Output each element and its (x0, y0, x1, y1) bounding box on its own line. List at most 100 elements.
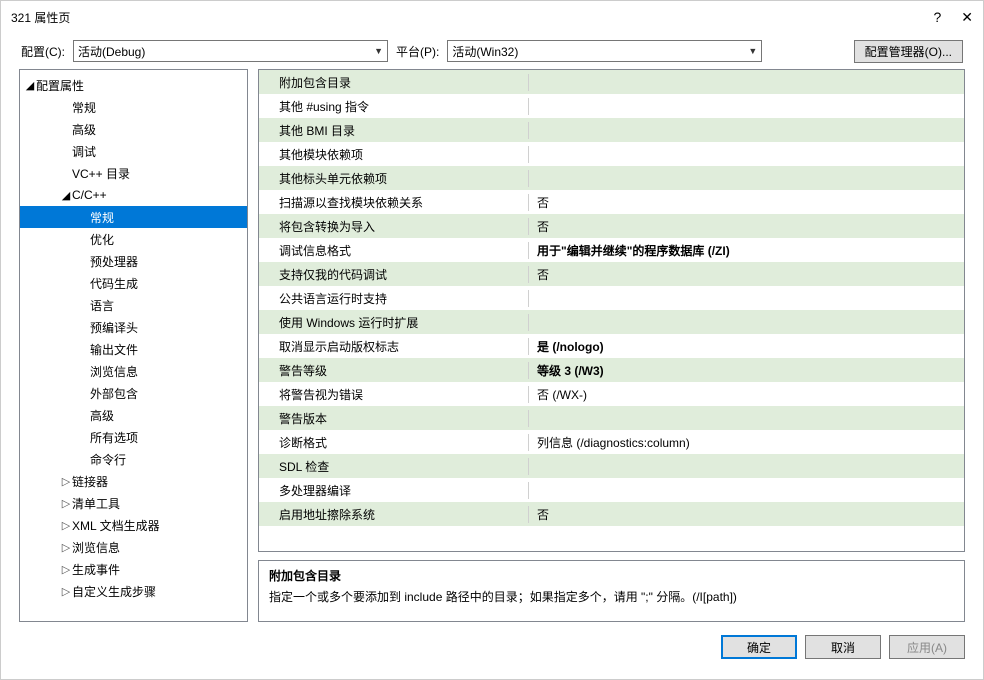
property-row[interactable]: 支持仅我的代码调试否 (259, 262, 964, 286)
window-title: 321 属性页 (11, 9, 933, 26)
tree-item[interactable]: 所有选项 (20, 426, 247, 448)
triangle-right-icon: ▷ (60, 563, 72, 576)
property-label: 附加包含目录 (259, 74, 529, 91)
chevron-down-icon: ▼ (374, 46, 383, 56)
tree-item[interactable]: 常规 (20, 206, 247, 228)
platform-combo[interactable]: 活动(Win32) ▼ (447, 40, 762, 62)
property-value[interactable]: 否 (529, 266, 964, 283)
description-panel: 附加包含目录 指定一个或多个要添加到 include 路径中的目录；如果指定多个… (258, 560, 965, 622)
config-manager-button[interactable]: 配置管理器(O)... (854, 40, 963, 63)
property-grid[interactable]: 附加包含目录其他 #using 指令其他 BMI 目录其他模块依赖项其他标头单元… (258, 69, 965, 552)
property-value[interactable]: 等级 3 (/W3) (529, 362, 964, 379)
tree-item[interactable]: ▷生成事件 (20, 558, 247, 580)
property-label: 其他模块依赖项 (259, 146, 529, 163)
tree-item[interactable]: 外部包含 (20, 382, 247, 404)
close-icon[interactable]: ✕ (961, 9, 973, 26)
tree-item[interactable]: ▷浏览信息 (20, 536, 247, 558)
description-title: 附加包含目录 (269, 567, 954, 584)
triangle-down-icon: ◢ (60, 189, 72, 202)
tree-item[interactable]: ▷XML 文档生成器 (20, 514, 247, 536)
property-label: 扫描源以查找模块依赖关系 (259, 194, 529, 211)
tree-item[interactable]: ▷清单工具 (20, 492, 247, 514)
triangle-right-icon: ▷ (60, 497, 72, 510)
tree-item[interactable]: 输出文件 (20, 338, 247, 360)
property-row[interactable]: 多处理器编译 (259, 478, 964, 502)
property-label: 使用 Windows 运行时扩展 (259, 314, 529, 331)
property-label: 其他 #using 指令 (259, 98, 529, 115)
tree-item[interactable]: 调试 (20, 140, 247, 162)
titlebar: 321 属性页 ? ✕ (1, 1, 983, 33)
tree-item[interactable]: 代码生成 (20, 272, 247, 294)
property-row[interactable]: 启用地址擦除系统否 (259, 502, 964, 526)
property-label: 警告等级 (259, 362, 529, 379)
tree-item[interactable]: 优化 (20, 228, 247, 250)
tree-item[interactable]: 预编译头 (20, 316, 247, 338)
property-label: 其他 BMI 目录 (259, 122, 529, 139)
property-row[interactable]: 公共语言运行时支持 (259, 286, 964, 310)
help-icon[interactable]: ? (933, 9, 941, 26)
property-label: SDL 检查 (259, 458, 529, 475)
ok-button[interactable]: 确定 (721, 635, 797, 659)
property-row[interactable]: 使用 Windows 运行时扩展 (259, 310, 964, 334)
property-pages-dialog: 321 属性页 ? ✕ 配置(C): 活动(Debug) ▼ 平台(P): 活动… (0, 0, 984, 680)
footer: 确定 取消 应用(A) (1, 622, 983, 672)
property-row[interactable]: 其他标头单元依赖项 (259, 166, 964, 190)
property-label: 诊断格式 (259, 434, 529, 451)
property-value[interactable]: 否 (529, 194, 964, 211)
property-label: 启用地址擦除系统 (259, 506, 529, 523)
property-row[interactable]: 其他模块依赖项 (259, 142, 964, 166)
property-label: 多处理器编译 (259, 482, 529, 499)
property-label: 其他标头单元依赖项 (259, 170, 529, 187)
tree-item[interactable]: ◢C/C++ (20, 184, 247, 206)
property-row[interactable]: 其他 BMI 目录 (259, 118, 964, 142)
property-value[interactable]: 是 (/nologo) (529, 338, 964, 355)
property-label: 调试信息格式 (259, 242, 529, 259)
tree-item[interactable]: 高级 (20, 404, 247, 426)
property-label: 将警告视为错误 (259, 386, 529, 403)
property-row[interactable]: 附加包含目录 (259, 70, 964, 94)
property-row[interactable]: 诊断格式列信息 (/diagnostics:column) (259, 430, 964, 454)
triangle-down-icon: ◢ (24, 79, 36, 92)
property-row[interactable]: 调试信息格式用于"编辑并继续"的程序数据库 (/ZI) (259, 238, 964, 262)
property-row[interactable]: SDL 检查 (259, 454, 964, 478)
property-row[interactable]: 警告版本 (259, 406, 964, 430)
property-row[interactable]: 取消显示启动版权标志是 (/nologo) (259, 334, 964, 358)
property-label: 取消显示启动版权标志 (259, 338, 529, 355)
property-row[interactable]: 将警告视为错误否 (/WX-) (259, 382, 964, 406)
tree-item[interactable]: ▷自定义生成步骤 (20, 580, 247, 602)
triangle-right-icon: ▷ (60, 585, 72, 598)
nav-tree[interactable]: ◢配置属性常规高级调试VC++ 目录◢C/C++常规优化预处理器代码生成语言预编… (19, 69, 248, 622)
property-value[interactable]: 列信息 (/diagnostics:column) (529, 434, 964, 451)
property-row[interactable]: 其他 #using 指令 (259, 94, 964, 118)
property-label: 将包含转换为导入 (259, 218, 529, 235)
tree-item[interactable]: 预处理器 (20, 250, 247, 272)
cancel-button[interactable]: 取消 (805, 635, 881, 659)
tree-item[interactable]: ▷链接器 (20, 470, 247, 492)
triangle-right-icon: ▷ (60, 475, 72, 488)
apply-button[interactable]: 应用(A) (889, 635, 965, 659)
tree-item[interactable]: 语言 (20, 294, 247, 316)
chevron-down-icon: ▼ (748, 46, 757, 56)
config-combo[interactable]: 活动(Debug) ▼ (73, 40, 388, 62)
property-row[interactable]: 将包含转换为导入否 (259, 214, 964, 238)
property-value[interactable]: 用于"编辑并继续"的程序数据库 (/ZI) (529, 242, 964, 259)
triangle-right-icon: ▷ (60, 541, 72, 554)
property-row[interactable]: 扫描源以查找模块依赖关系否 (259, 190, 964, 214)
property-label: 公共语言运行时支持 (259, 290, 529, 307)
property-label: 警告版本 (259, 410, 529, 427)
tree-item[interactable]: 高级 (20, 118, 247, 140)
tree-root[interactable]: ◢配置属性 (20, 74, 247, 96)
toolbar: 配置(C): 活动(Debug) ▼ 平台(P): 活动(Win32) ▼ 配置… (1, 33, 983, 69)
property-value[interactable]: 否 (/WX-) (529, 386, 964, 403)
platform-label: 平台(P): (396, 43, 439, 60)
property-value[interactable]: 否 (529, 218, 964, 235)
tree-item[interactable]: 常规 (20, 96, 247, 118)
property-row[interactable]: 警告等级等级 3 (/W3) (259, 358, 964, 382)
property-value[interactable]: 否 (529, 506, 964, 523)
config-label: 配置(C): (21, 43, 65, 60)
tree-item[interactable]: VC++ 目录 (20, 162, 247, 184)
property-label: 支持仅我的代码调试 (259, 266, 529, 283)
tree-item[interactable]: 浏览信息 (20, 360, 247, 382)
tree-item[interactable]: 命令行 (20, 448, 247, 470)
triangle-right-icon: ▷ (60, 519, 72, 532)
